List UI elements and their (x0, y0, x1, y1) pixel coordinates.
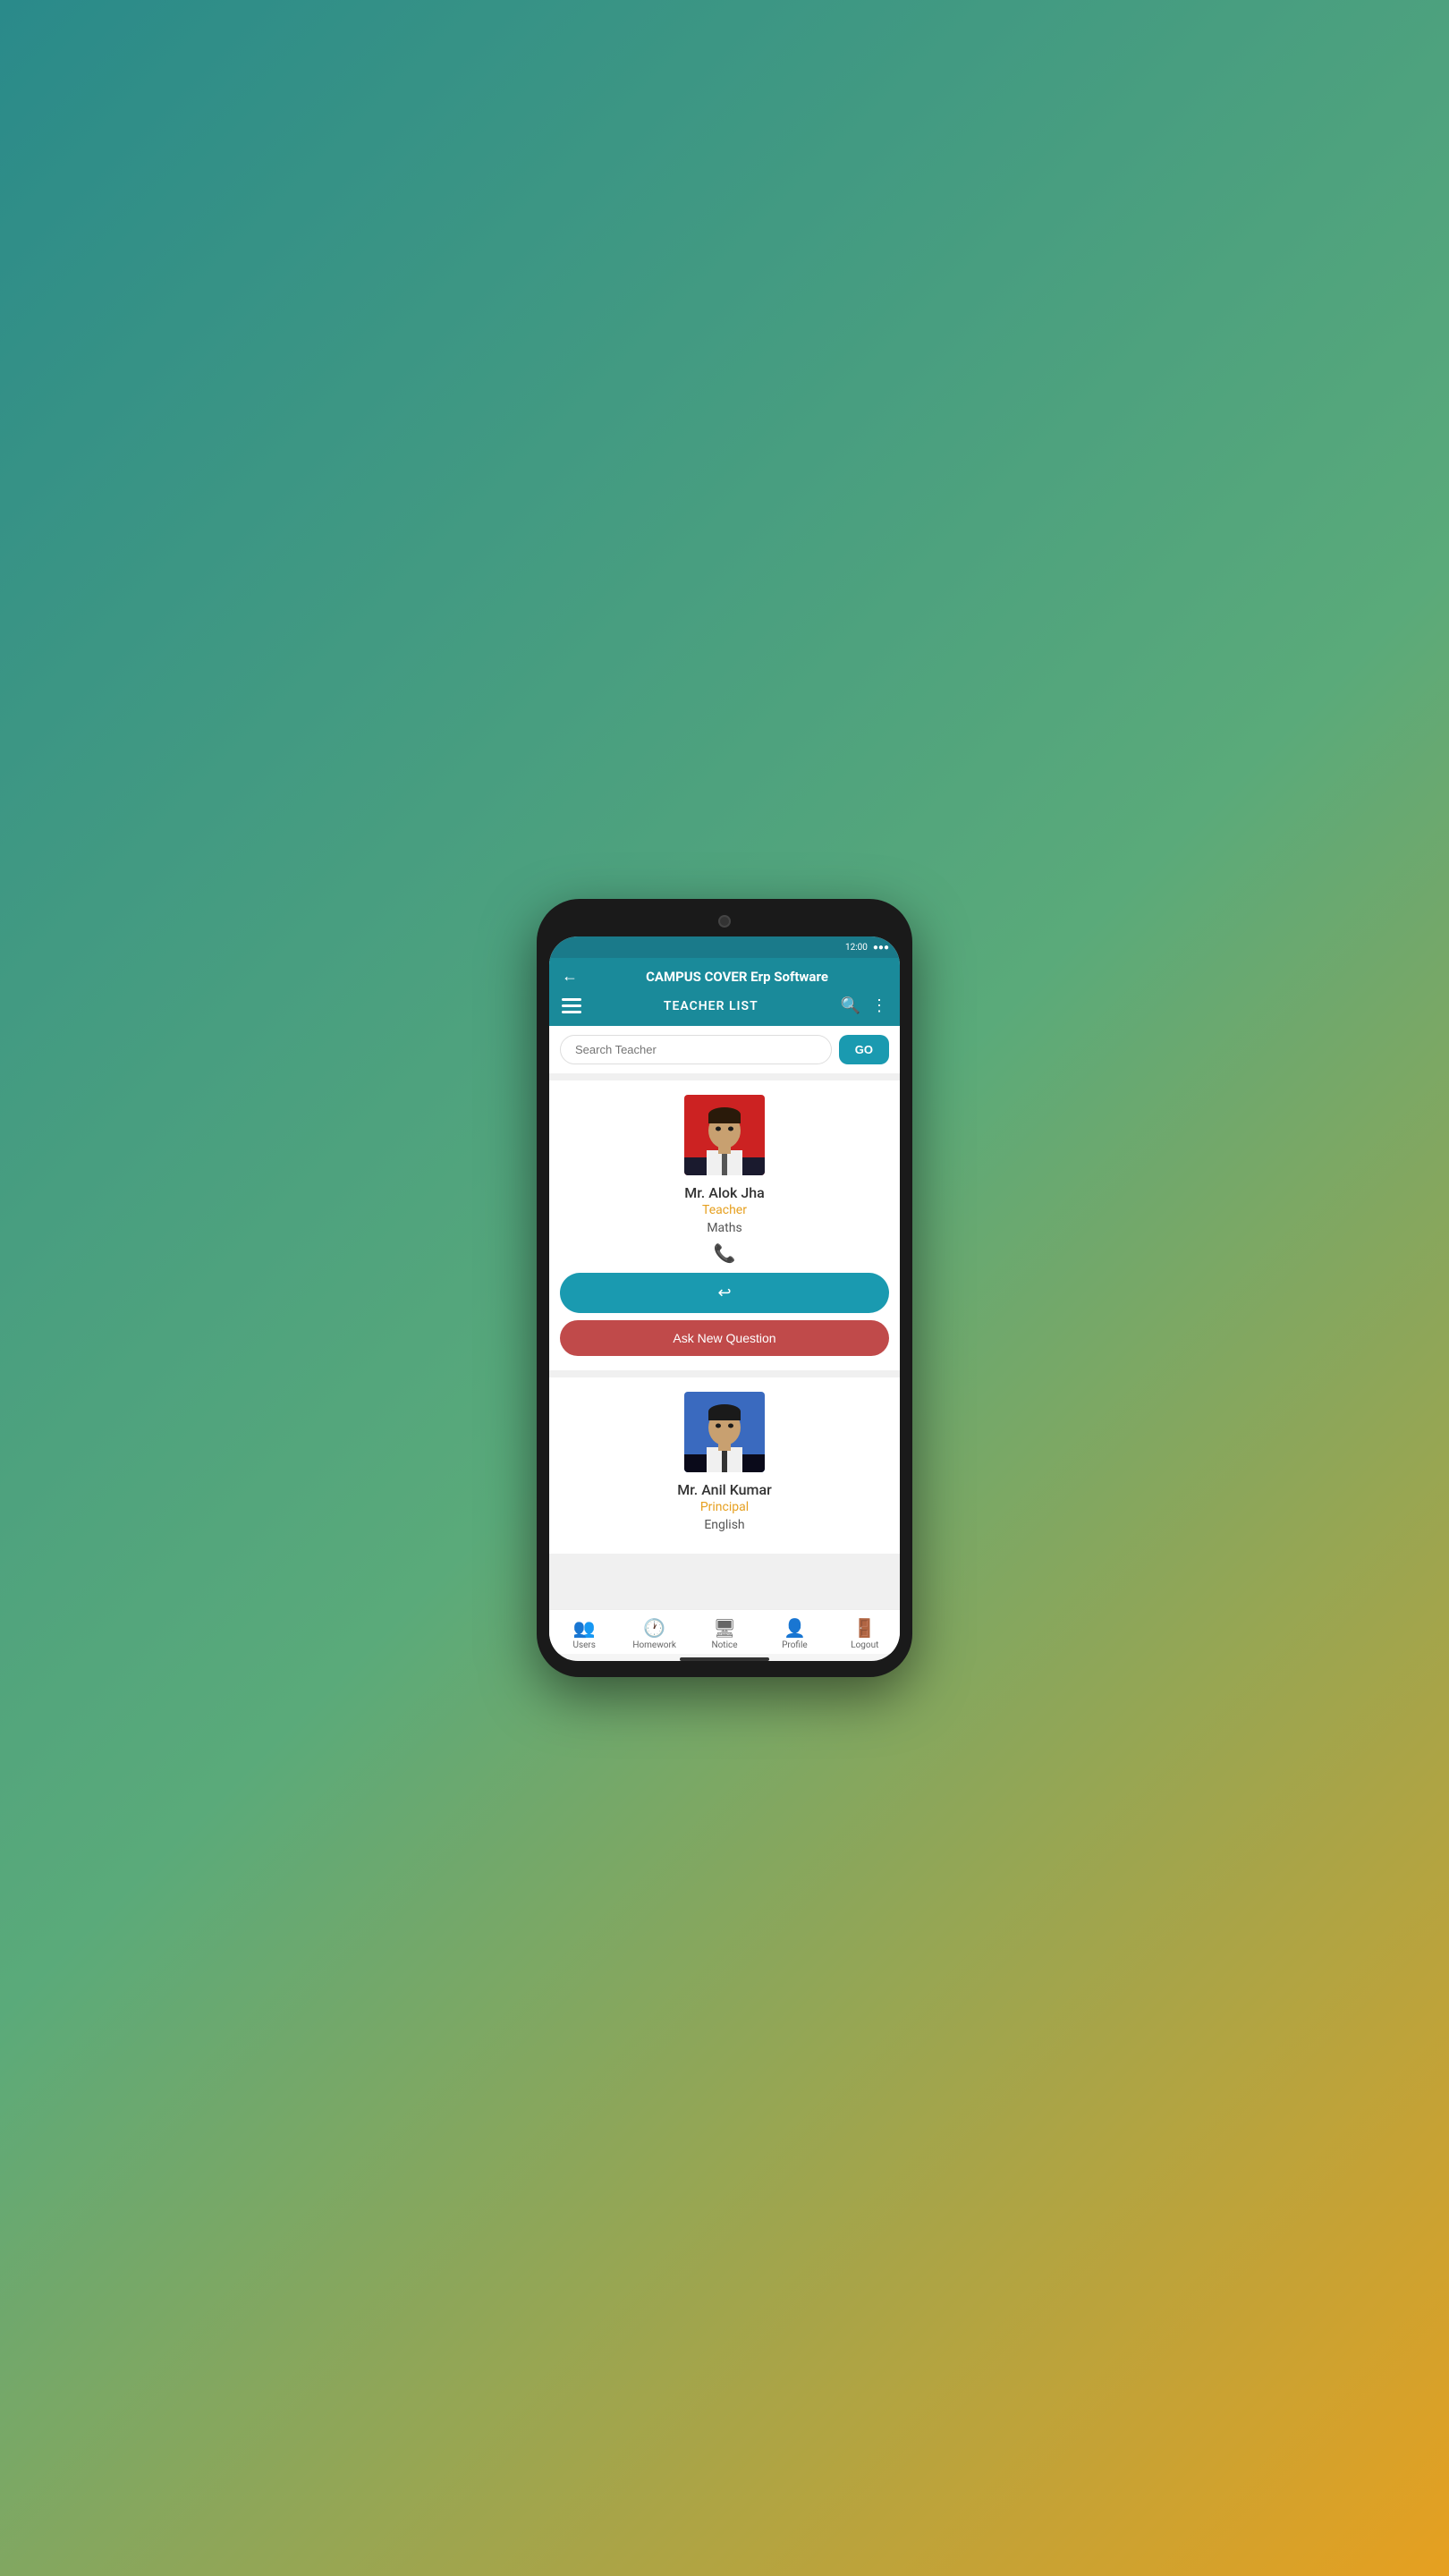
nav-label-homework: Homework (632, 1640, 676, 1650)
camera (718, 915, 731, 928)
phone-screen: 12:00 ●●● ← CAMPUS COVER Erp Software TE… (549, 936, 900, 1661)
phone-icon-1[interactable]: 📞 (714, 1242, 736, 1264)
search-bar: GO (549, 1026, 900, 1073)
teacher-avatar-2 (684, 1392, 765, 1472)
search-icon[interactable]: 🔍 (841, 996, 860, 1015)
nav-item-users[interactable]: 👥 Users (549, 1617, 619, 1650)
teacher-name-2: Mr. Anil Kumar (677, 1481, 772, 1498)
teacher-name-1: Mr. Alok Jha (684, 1184, 764, 1201)
teacher-role-1: Teacher (702, 1203, 747, 1217)
ask-question-button-1[interactable]: Ask New Question (560, 1320, 889, 1356)
app-header: ← CAMPUS COVER Erp Software TEACHER LIST… (549, 958, 900, 1026)
bottom-nav: 👥 Users 🕐 Homework 🖥 Notice 👤 Profile 🚪 … (549, 1609, 900, 1654)
users-icon: 👥 (573, 1617, 596, 1639)
teacher-card-1: Mr. Alok Jha Teacher Maths 📞 ↩ Ask New Q… (549, 1080, 900, 1370)
hamburger-line-3 (562, 1011, 581, 1013)
teacher-role-2: Principal (700, 1500, 749, 1514)
status-time: 12:00 (845, 943, 868, 953)
avatar-image-1 (684, 1095, 765, 1175)
profile-icon: 👤 (784, 1617, 806, 1639)
teacher-subject-2: English (704, 1518, 744, 1532)
teacher-avatar-1 (684, 1095, 765, 1175)
reply-button-1[interactable]: ↩ (560, 1273, 889, 1313)
app-title: CAMPUS COVER Erp Software (587, 969, 887, 985)
logout-icon: 🚪 (853, 1617, 876, 1639)
nav-item-profile[interactable]: 👤 Profile (759, 1617, 829, 1650)
header-top: ← CAMPUS COVER Erp Software (562, 967, 887, 986)
reply-icon: ↩ (717, 1284, 731, 1302)
header-nav: TEACHER LIST 🔍 ⋮ (562, 993, 887, 1019)
nav-item-notice[interactable]: 🖥 Notice (690, 1617, 759, 1650)
status-signal: ●●● (873, 943, 889, 953)
nav-label-logout: Logout (851, 1640, 878, 1650)
nav-label-profile: Profile (782, 1640, 808, 1650)
nav-item-logout[interactable]: 🚪 Logout (830, 1617, 900, 1650)
nav-title: TEACHER LIST (664, 999, 758, 1013)
hamburger-menu[interactable] (562, 998, 581, 1013)
status-bar: 12:00 ●●● (549, 936, 900, 958)
home-bar (680, 1657, 769, 1661)
phone-frame: 12:00 ●●● ← CAMPUS COVER Erp Software TE… (537, 899, 912, 1677)
nav-label-notice: Notice (711, 1640, 737, 1650)
teacher-list: Mr. Alok Jha Teacher Maths 📞 ↩ Ask New Q… (549, 1073, 900, 1609)
teacher-card-2: Mr. Anil Kumar Principal English (549, 1377, 900, 1554)
notice-icon: 🖥 (713, 1617, 735, 1639)
nav-label-users: Users (572, 1640, 596, 1650)
homework-icon: 🕐 (643, 1617, 665, 1639)
more-options-icon[interactable]: ⋮ (871, 996, 887, 1015)
nav-item-homework[interactable]: 🕐 Homework (619, 1617, 689, 1650)
back-button[interactable]: ← (562, 967, 578, 986)
avatar-image-2 (684, 1392, 765, 1472)
hamburger-line-2 (562, 1004, 581, 1007)
nav-icons: 🔍 ⋮ (841, 996, 887, 1015)
go-button[interactable]: GO (839, 1035, 889, 1064)
teacher-subject-1: Maths (707, 1221, 741, 1235)
search-input[interactable] (560, 1035, 832, 1064)
hamburger-line-1 (562, 998, 581, 1001)
